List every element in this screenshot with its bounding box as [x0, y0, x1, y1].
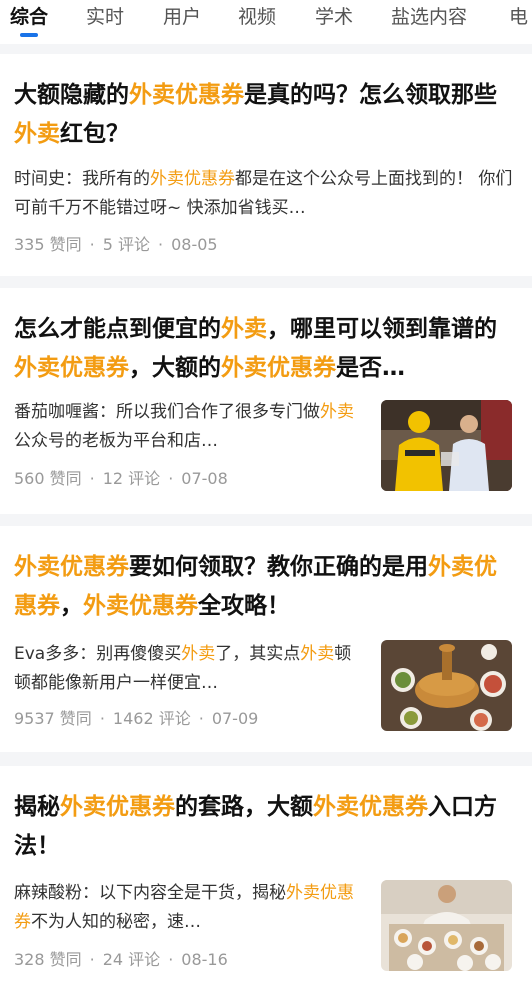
search-result-card[interactable]: 外卖优惠券要如何领取？教你正确的是用外卖优惠券，外卖优惠券全攻略！ Eva多多：…	[0, 526, 532, 752]
keyword-highlight: 外卖优惠券	[83, 593, 198, 619]
post-date: 07-09	[211, 709, 259, 728]
keyword-highlight: 外卖	[221, 316, 267, 342]
post-date: 08-16	[181, 950, 228, 969]
keyword-highlight: 外卖优惠券	[150, 169, 235, 189]
keyword-highlight: 外卖优惠券	[129, 82, 244, 108]
result-meta: 560 赞同 · 12 评论 · 07-08	[14, 469, 228, 488]
result-title[interactable]: 怎么才能点到便宜的外卖，哪里可以领到靠谱的外卖优惠券，大额的外卖优惠券是否…	[14, 310, 514, 388]
post-date: 08-05	[171, 235, 218, 254]
search-type-tabs: 综合 实时 用户 视频 学术 盐选内容 电	[0, 0, 532, 44]
comment-count[interactable]: 12 评论	[103, 469, 160, 488]
result-meta: 335 赞同 · 5 评论 · 08-05	[14, 235, 218, 254]
result-meta: 9537 赞同 · 1462 评论 · 07-09	[14, 709, 259, 728]
tab-salt-content[interactable]: 盐选内容	[391, 4, 467, 30]
like-count: 335 赞同	[14, 235, 82, 254]
like-count: 560 赞同	[14, 469, 82, 488]
comment-count[interactable]: 24 评论	[103, 950, 160, 969]
result-excerpt[interactable]: Eva多多：别再傻傻买外卖了，其实点外卖顿顿都能像新用户一样便宜…	[14, 640, 364, 698]
keyword-highlight: 外卖优惠券	[313, 794, 428, 820]
result-excerpt[interactable]: 番茄咖喱酱：所以我们合作了很多专门做外卖公众号的老板为平台和店…	[14, 398, 364, 456]
result-title[interactable]: 揭秘外卖优惠券的套路，大额外卖优惠券入口方法！	[14, 788, 514, 866]
keyword-highlight: 外卖	[181, 644, 216, 664]
result-meta: 328 赞同 · 24 评论 · 08-16	[14, 950, 228, 969]
tab-academic[interactable]: 学术	[315, 4, 353, 30]
result-excerpt[interactable]: 时间史：我所有的外卖优惠券都是在这个公众号上面找到的！ 你们可前千万不能错过呀~…	[14, 165, 514, 223]
keyword-highlight: 外卖	[300, 644, 335, 664]
result-title[interactable]: 外卖优惠券要如何领取？教你正确的是用外卖优惠券，外卖优惠券全攻略！	[14, 548, 514, 626]
comment-count[interactable]: 1462 评论	[113, 709, 191, 728]
like-count: 9537 赞同	[14, 709, 92, 728]
search-result-card[interactable]: 揭秘外卖优惠券的套路，大额外卖优惠券入口方法！ 麻辣酸粉：以下内容全是干货，揭秘…	[0, 766, 532, 1000]
tab-realtime[interactable]: 实时	[86, 4, 124, 30]
delivery-courier-thumbnail[interactable]	[381, 400, 512, 491]
keyword-highlight: 外卖优惠券	[14, 355, 129, 381]
like-count: 328 赞同	[14, 950, 82, 969]
tab-ebook[interactable]: 电	[509, 4, 528, 30]
post-date: 07-08	[181, 469, 228, 488]
keyword-highlight: 外卖优惠券	[221, 355, 336, 381]
tab-all[interactable]: 综合	[10, 4, 48, 30]
keyword-highlight: 外卖优惠券	[60, 794, 175, 820]
hotpot-thumbnail[interactable]	[381, 640, 512, 731]
keyword-highlight: 外卖	[14, 121, 60, 147]
search-result-card[interactable]: 大额隐藏的外卖优惠券是真的吗？怎么领取那些外卖红包？ 时间史：我所有的外卖优惠券…	[0, 54, 532, 276]
result-title[interactable]: 大额隐藏的外卖优惠券是真的吗？怎么领取那些外卖红包？	[14, 76, 514, 154]
keyword-highlight: 外卖	[320, 402, 354, 422]
comment-count[interactable]: 5 评论	[103, 235, 150, 254]
result-excerpt[interactable]: 麻辣酸粉：以下内容全是干货，揭秘外卖优惠券不为人知的秘密，速…	[14, 879, 364, 937]
food-table-thumbnail[interactable]	[381, 880, 512, 971]
tab-users[interactable]: 用户	[163, 4, 201, 30]
keyword-highlight: 外卖优惠券	[14, 554, 129, 580]
search-result-card[interactable]: 怎么才能点到便宜的外卖，哪里可以领到靠谱的外卖优惠券，大额的外卖优惠券是否… 番…	[0, 288, 532, 514]
tab-videos[interactable]: 视频	[238, 4, 276, 30]
active-tab-indicator	[20, 33, 38, 37]
